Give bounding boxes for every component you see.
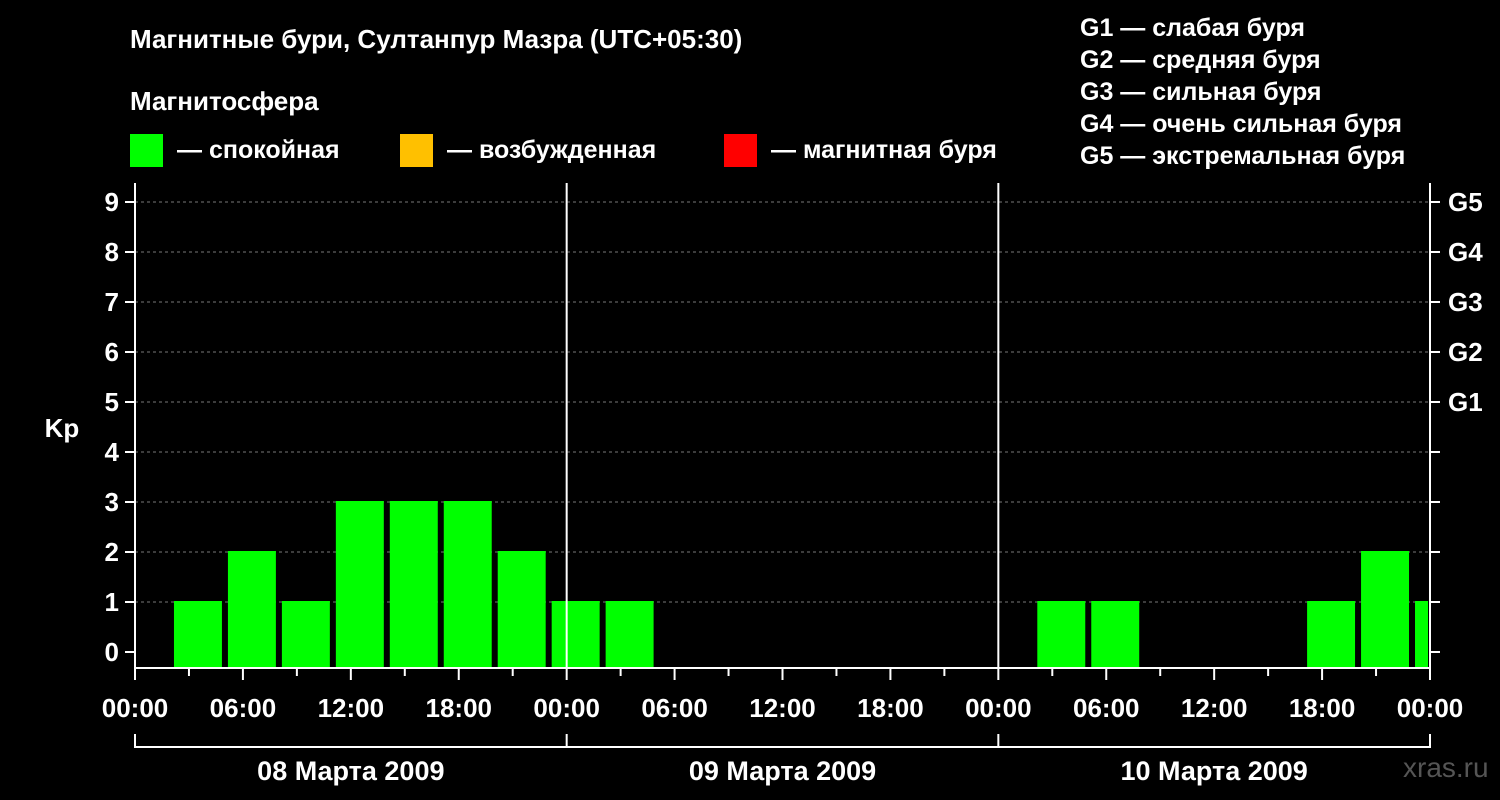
y-tick-label: 5 [105,387,119,417]
kp-bar [1361,551,1410,668]
y-tick-label: 1 [105,587,119,617]
kp-bar [227,551,276,668]
y-tick-label: 4 [105,437,120,467]
g-level-label: G4 [1448,237,1483,267]
kp-bar [281,601,330,668]
kp-bar [605,601,654,668]
kp-bar [443,501,492,668]
kp-bar [1307,601,1356,668]
kp-chart: 0 1 2 3 4 5 6 7 8 9 G1 G2 G3 G4 G5 Kp 00:00 06:00 12:00 18:… [45,183,1483,786]
x-tick-label: 06:00 [210,693,277,723]
day-label: 08 Марта 2009 [257,756,444,786]
watermark: xras.ru [1403,752,1489,783]
kp-bar [551,601,600,668]
g-level-label: G2 [1448,337,1483,367]
x-tick-label: 12:00 [749,693,816,723]
x-tick-label: 00:00 [965,693,1032,723]
x-tick-label: 12:00 [1181,693,1248,723]
day-label: 09 Марта 2009 [689,756,876,786]
x-tick-label: 00:00 [533,693,600,723]
g-level-label: G3 [1448,287,1483,317]
y-tick-label: 3 [105,487,119,517]
y-tick-label: 6 [105,337,119,367]
kp-bar [389,501,438,668]
kp-bar [1037,601,1086,668]
kp-bar [335,501,384,668]
g-level-label: G1 [1448,387,1483,417]
x-tick-label: 18:00 [426,693,493,723]
y-axis-label: Kp [45,413,80,443]
g-level-label: G5 [1448,187,1483,217]
y-tick-label: 0 [105,637,119,667]
x-tick-label: 06:00 [1073,693,1140,723]
x-tick-label: 12:00 [318,693,385,723]
x-tick-label: 00:00 [102,693,169,723]
y-tick-label: 7 [105,287,119,317]
kp-bar [1415,601,1428,668]
kp-bar [1091,601,1140,668]
kp-bar [497,551,546,668]
kp-bar [173,601,222,668]
x-tick-label: 18:00 [1289,693,1356,723]
x-tick-label: 06:00 [641,693,708,723]
x-tick-label: 18:00 [857,693,924,723]
day-label: 10 Марта 2009 [1121,756,1308,786]
y-tick-label: 8 [105,237,119,267]
x-tick-label: 00:00 [1397,693,1464,723]
y-tick-label: 2 [105,537,119,567]
y-tick-label: 9 [105,187,119,217]
